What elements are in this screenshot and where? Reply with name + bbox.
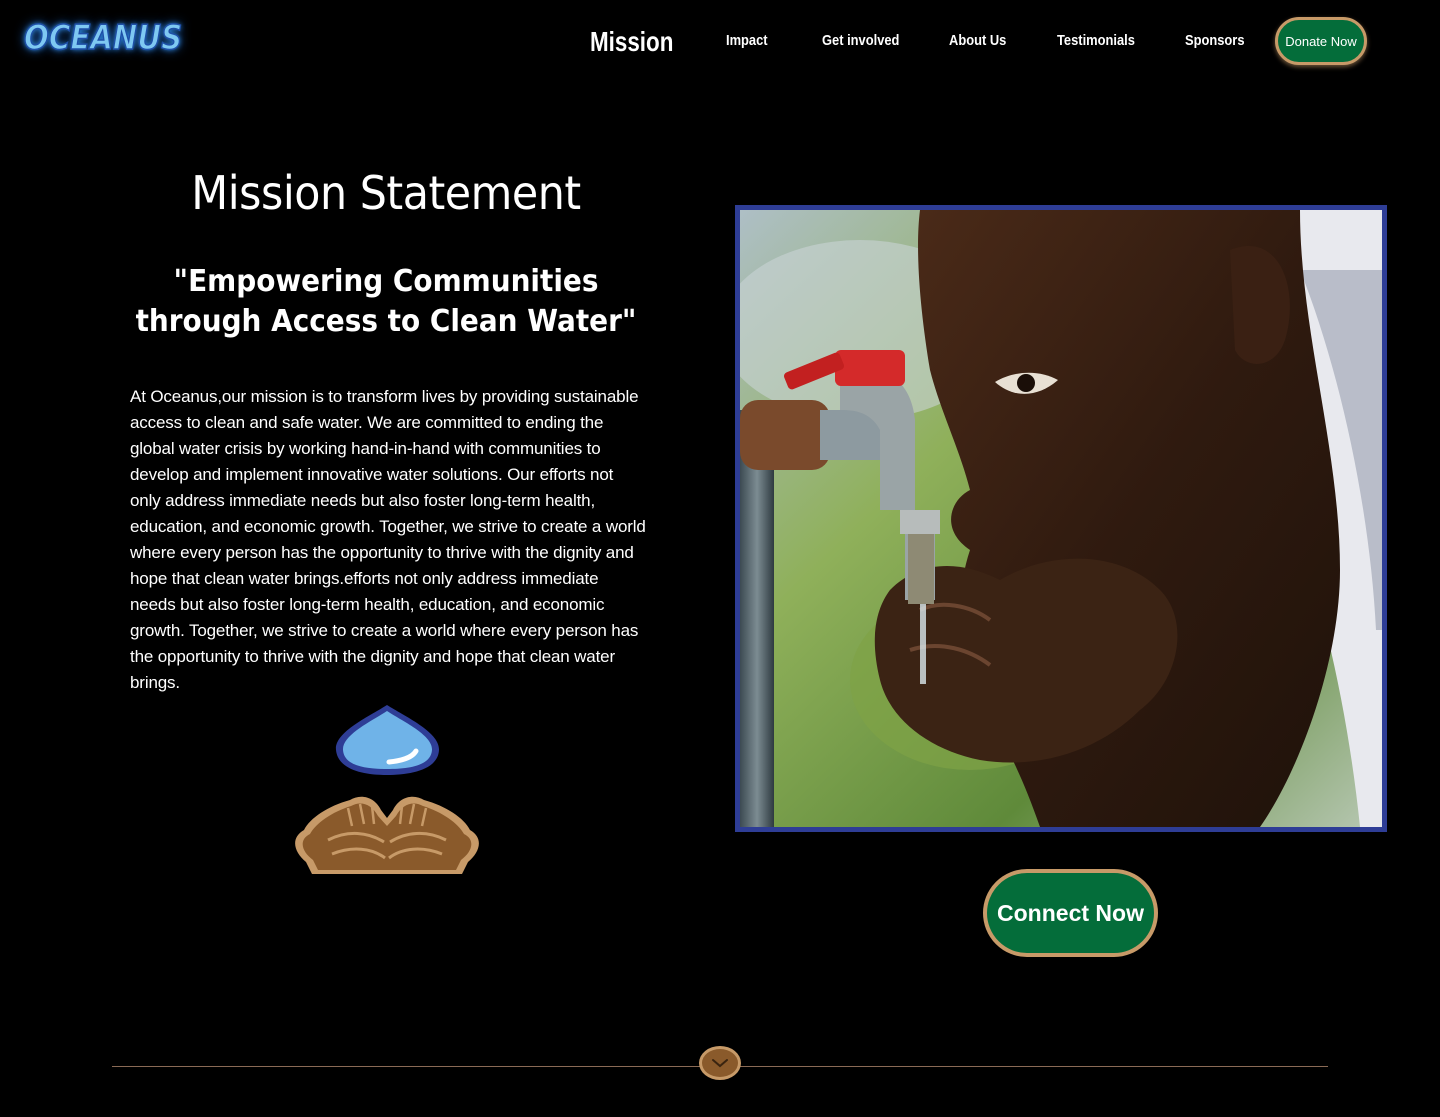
top-navigation: OCEANUS Mission Impact Get involved Abou…: [0, 0, 1440, 82]
child-drinking-water-photo: [735, 205, 1387, 832]
nav-sponsors[interactable]: Sponsors: [1185, 30, 1245, 52]
oceanus-logo[interactable]: OCEANUS: [23, 14, 182, 62]
donate-now-button[interactable]: Donate Now: [1275, 17, 1367, 65]
cupped-hands-icon: [295, 796, 479, 874]
nav-about-us[interactable]: About Us: [949, 30, 1006, 52]
water-drop-icon: [335, 705, 440, 775]
nav-mission[interactable]: Mission: [590, 25, 673, 59]
nav-impact[interactable]: Impact: [726, 30, 768, 52]
nav-testimonials[interactable]: Testimonials: [1057, 30, 1135, 52]
page-title: Mission Statement: [191, 166, 581, 220]
chevron-down-icon: [712, 1059, 728, 1068]
drop-and-hands-illustration: [288, 702, 486, 878]
mission-description: At Oceanus,our mission is to transform l…: [130, 387, 646, 692]
connect-now-button[interactable]: Connect Now: [983, 869, 1158, 957]
nav-get-involved[interactable]: Get involved: [822, 30, 899, 52]
scroll-down-button[interactable]: [699, 1046, 741, 1080]
mission-tagline: "Empowering Communities through Access t…: [135, 264, 637, 339]
